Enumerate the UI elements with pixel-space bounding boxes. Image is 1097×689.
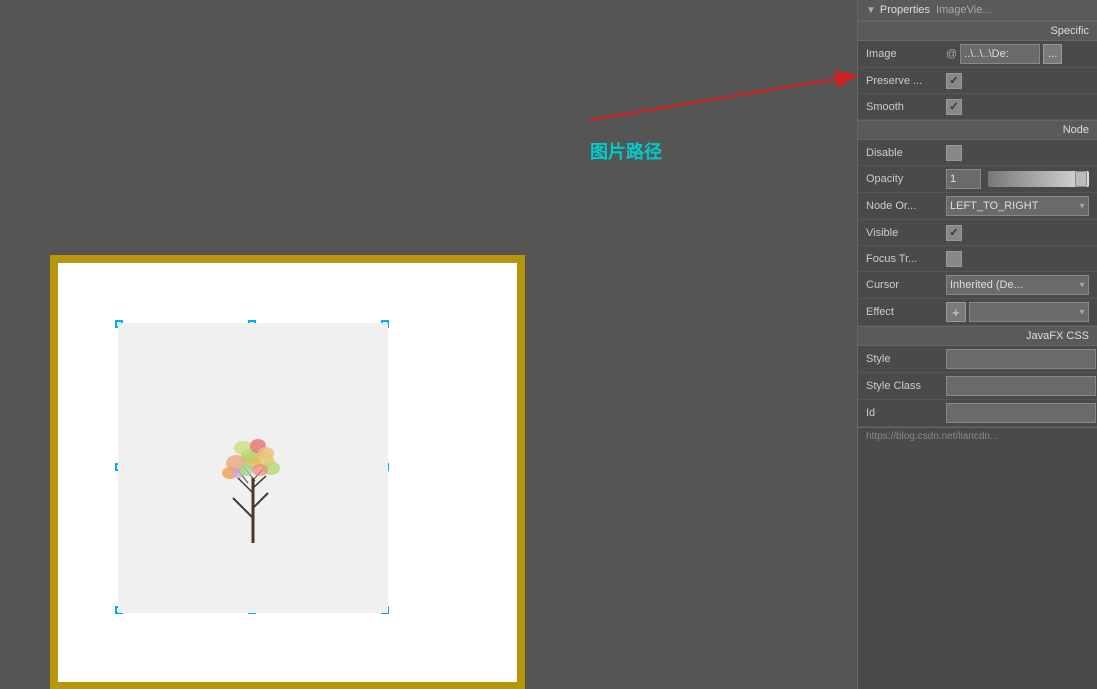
visible-value xyxy=(946,225,1089,241)
cursor-property-row: Cursor Inherited (De... Default Hand Cro… xyxy=(858,272,1097,299)
preserve-label: Preserve ... xyxy=(866,75,946,87)
image-label: Image xyxy=(866,48,946,60)
id-property-row: Id xyxy=(858,400,1097,427)
smooth-property-row: Smooth xyxy=(858,94,1097,120)
tree-image xyxy=(188,388,318,548)
opacity-label: Opacity xyxy=(866,173,946,185)
preserve-checkbox[interactable] xyxy=(946,73,962,89)
chevron-icon: ▼ xyxy=(866,5,876,16)
effect-value: + ▼ xyxy=(946,302,1089,322)
panel-header: ▼ Properties ImageVie... xyxy=(858,0,1097,21)
opacity-input[interactable] xyxy=(946,169,981,189)
image-frame xyxy=(50,255,525,689)
style-class-input-row: + ▼ xyxy=(946,376,1097,396)
watermark-bar: https://blog.csdn.net/liancdn... xyxy=(858,427,1097,445)
focus-tr-checkbox[interactable] xyxy=(946,251,962,267)
specific-section-header: Specific xyxy=(858,21,1097,41)
annotation-arrow xyxy=(580,60,857,140)
smooth-label: Smooth xyxy=(866,101,946,113)
smooth-value xyxy=(946,99,1089,115)
node-order-value: LEFT_TO_RIGHT RIGHT_TO_LEFT INHERIT ▼ xyxy=(946,196,1089,216)
id-input[interactable] xyxy=(946,403,1096,423)
effect-dropdown-wrapper: ▼ xyxy=(969,302,1089,322)
node-order-label: Node Or... xyxy=(866,200,946,212)
properties-panel: ▼ Properties ImageVie... Specific Image … xyxy=(857,0,1097,689)
panel-title: Properties xyxy=(880,4,930,16)
node-order-property-row: Node Or... LEFT_TO_RIGHT RIGHT_TO_LEFT I… xyxy=(858,193,1097,220)
disable-value xyxy=(946,145,1089,161)
annotation-text: 图片路径 xyxy=(590,138,662,164)
style-class-label: Style Class xyxy=(866,380,946,392)
effect-label: Effect xyxy=(866,306,946,318)
cursor-select[interactable]: Inherited (De... Default Hand Crosshair xyxy=(946,275,1089,295)
javafx-css-section-header: JavaFX CSS xyxy=(858,326,1097,346)
preserve-property-row: Preserve ... xyxy=(858,68,1097,94)
node-order-dropdown-wrapper: LEFT_TO_RIGHT RIGHT_TO_LEFT INHERIT ▼ xyxy=(946,196,1089,216)
visible-label: Visible xyxy=(866,227,946,239)
style-class-value: + ▼ xyxy=(946,376,1097,396)
cursor-dropdown-wrapper: Inherited (De... Default Hand Crosshair … xyxy=(946,275,1089,295)
canvas-area: 图片路径 xyxy=(0,0,857,689)
style-value: ▼ xyxy=(946,349,1097,369)
node-order-select[interactable]: LEFT_TO_RIGHT RIGHT_TO_LEFT INHERIT xyxy=(946,196,1089,216)
id-value xyxy=(946,403,1096,423)
visible-checkbox[interactable] xyxy=(946,225,962,241)
effect-property-row: Effect + ▼ xyxy=(858,299,1097,326)
opacity-slider[interactable] xyxy=(988,171,1089,187)
style-input[interactable] xyxy=(946,349,1096,369)
cursor-value: Inherited (De... Default Hand Crosshair … xyxy=(946,275,1089,295)
effect-plus-button[interactable]: + xyxy=(946,302,966,322)
focus-tr-label: Focus Tr... xyxy=(866,253,946,265)
style-class-property-row: Style Class + ▼ xyxy=(858,373,1097,400)
cursor-label: Cursor xyxy=(866,279,946,291)
node-section-header: Node xyxy=(858,120,1097,140)
image-property-row: Image @ ... xyxy=(858,41,1097,68)
at-sign: @ xyxy=(946,48,957,60)
opacity-slider-thumb xyxy=(1075,171,1087,187)
opacity-value xyxy=(946,169,1089,189)
image-browse-button[interactable]: ... xyxy=(1043,44,1062,64)
effect-select[interactable] xyxy=(969,302,1089,322)
image-content xyxy=(118,323,388,613)
style-input-row: ▼ xyxy=(946,349,1097,369)
disable-label: Disable xyxy=(866,147,946,159)
id-label: Id xyxy=(866,407,946,419)
disable-checkbox[interactable] xyxy=(946,145,962,161)
style-property-row: Style ▼ xyxy=(858,346,1097,373)
effect-row: + ▼ xyxy=(946,302,1089,322)
visible-property-row: Visible xyxy=(858,220,1097,246)
focus-tr-value xyxy=(946,251,1089,267)
smooth-checkbox[interactable] xyxy=(946,99,962,115)
focus-tr-property-row: Focus Tr... xyxy=(858,246,1097,272)
image-value: @ ... xyxy=(946,44,1089,64)
panel-subtitle: ImageVie... xyxy=(936,4,991,16)
preserve-value xyxy=(946,73,1089,89)
image-path-input[interactable] xyxy=(960,44,1040,64)
disable-property-row: Disable xyxy=(858,140,1097,166)
opacity-property-row: Opacity xyxy=(858,166,1097,193)
watermark-text: https://blog.csdn.net/liancdn... xyxy=(866,431,998,442)
style-label: Style xyxy=(866,353,946,365)
style-class-input[interactable] xyxy=(946,376,1096,396)
